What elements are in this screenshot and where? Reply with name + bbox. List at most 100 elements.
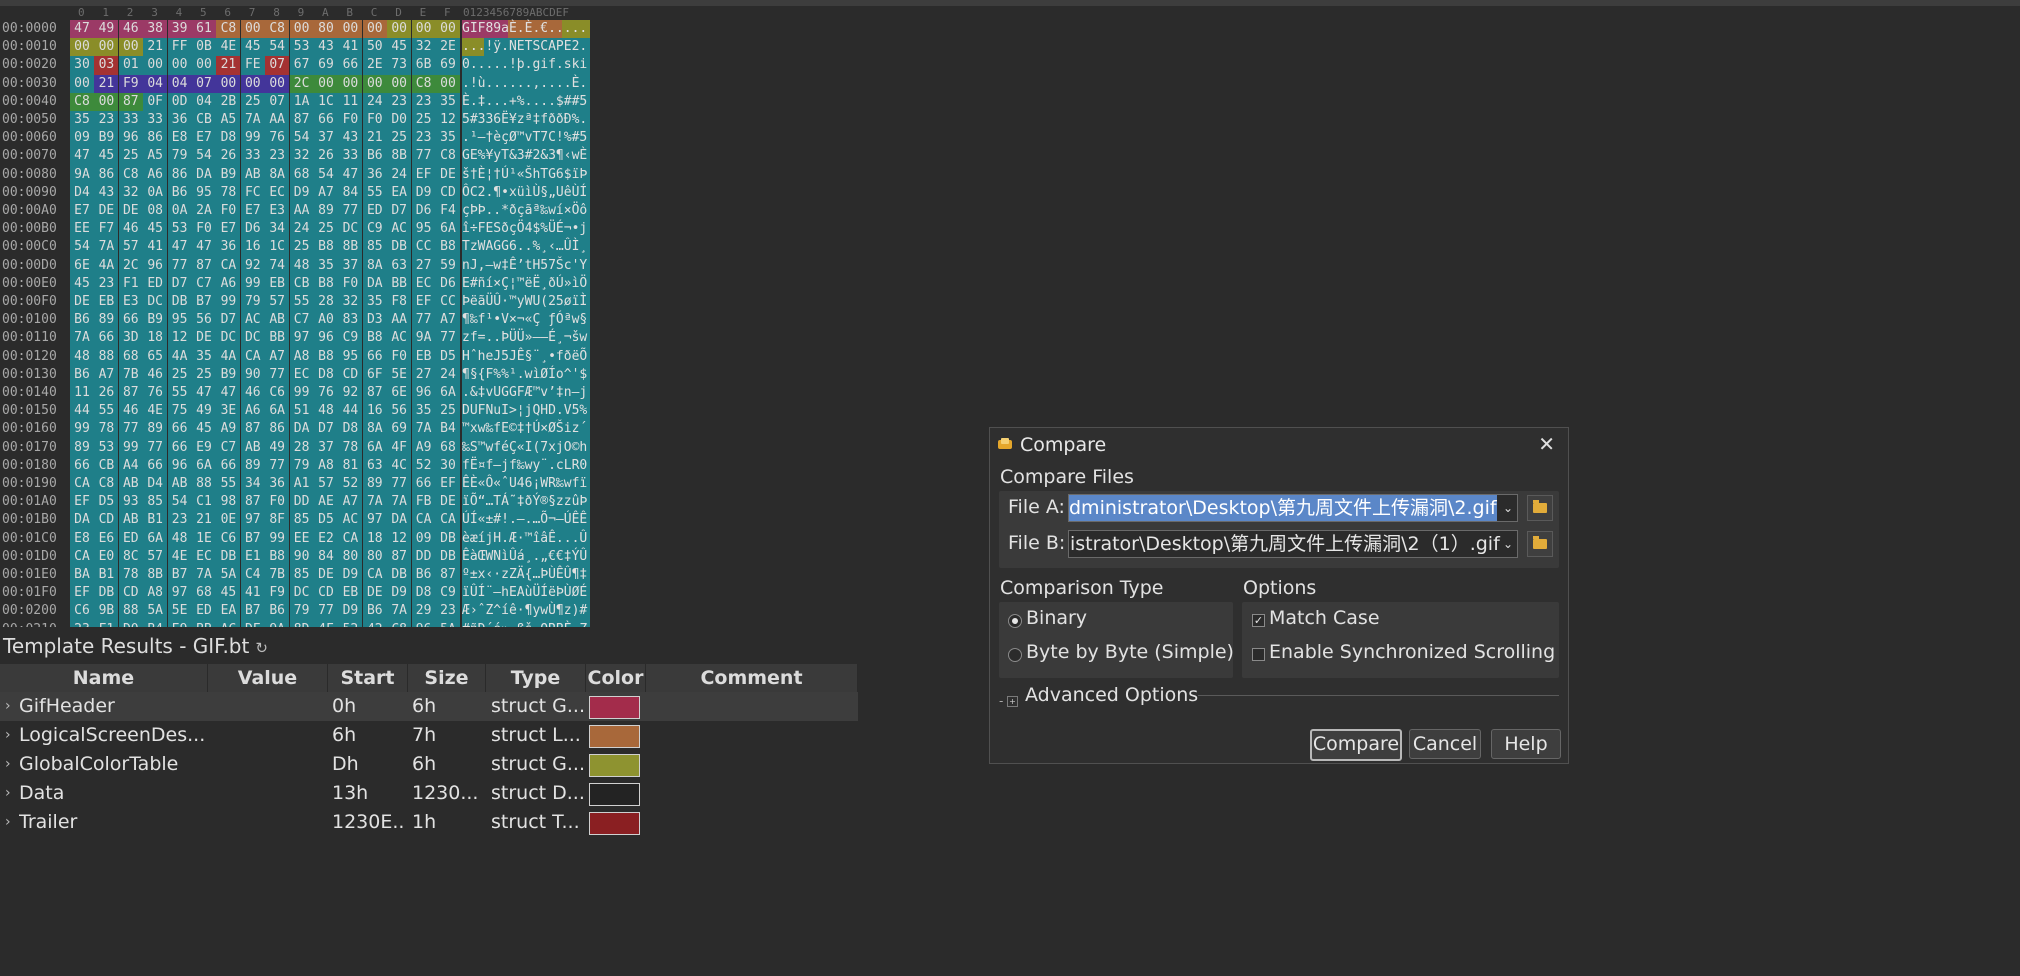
hex-byte[interactable]: 0F — [143, 92, 168, 111]
hex-byte[interactable]: 52 — [338, 475, 363, 494]
hex-byte[interactable]: F9 — [265, 584, 290, 603]
hex-byte[interactable]: 73 — [387, 56, 412, 75]
hex-byte[interactable]: 36 — [216, 238, 241, 257]
hex-byte[interactable]: C8 — [265, 20, 290, 39]
hex-byte[interactable]: D6 — [240, 220, 265, 239]
hex-byte[interactable]: 16 — [362, 402, 387, 421]
hex-byte[interactable]: 48 — [167, 529, 192, 548]
hex-byte[interactable]: B8 — [436, 238, 460, 257]
hex-byte[interactable]: F1 — [94, 620, 119, 627]
hex-byte[interactable]: 8A — [265, 165, 290, 184]
hex-byte[interactable]: 45 — [70, 274, 94, 293]
hex-byte[interactable]: 2B — [216, 92, 241, 111]
hex-byte[interactable]: CC — [411, 238, 436, 257]
hex-byte[interactable]: 39 — [167, 20, 192, 39]
hex-byte[interactable]: 32 — [118, 183, 143, 202]
hex-byte[interactable]: C8 — [94, 475, 119, 494]
hex-byte[interactable]: 8B — [143, 566, 168, 585]
hex-byte[interactable]: 66 — [70, 456, 94, 475]
hex-byte[interactable]: 88 — [118, 602, 143, 621]
hex-byte[interactable]: B6 — [70, 311, 94, 330]
hex-byte[interactable]: 21 — [362, 129, 387, 148]
hex-byte[interactable]: 90 — [240, 365, 265, 384]
browse-file-b-button[interactable] — [1527, 531, 1553, 557]
hex-byte[interactable]: D5 — [436, 347, 460, 366]
hex-byte[interactable]: 79 — [240, 293, 265, 312]
hex-byte[interactable]: 80 — [338, 547, 363, 566]
hex-byte[interactable]: D7 — [387, 202, 412, 221]
hex-byte[interactable]: 00 — [143, 56, 168, 75]
hex-byte[interactable]: A9 — [216, 420, 241, 439]
hex-byte[interactable]: 35 — [314, 256, 338, 275]
hex-byte[interactable]: D5 — [94, 493, 119, 512]
hex-byte[interactable]: 86 — [94, 165, 119, 184]
hex-byte[interactable]: 00 — [411, 20, 436, 39]
hex-byte[interactable]: C7 — [192, 274, 216, 293]
hex-byte[interactable]: 99 — [240, 129, 265, 148]
hex-byte[interactable]: DB — [216, 547, 241, 566]
hex-byte[interactable]: 21 — [94, 74, 119, 93]
hex-byte[interactable]: 37 — [338, 256, 363, 275]
hex-byte[interactable]: 77 — [118, 420, 143, 439]
hex-byte[interactable]: B9 — [143, 311, 168, 330]
ascii-text[interactable]: ™xw‰fE©‡†Ú×ØŠiz´ — [462, 420, 590, 439]
hex-byte[interactable]: DB — [436, 547, 460, 566]
hex-byte[interactable]: 87 — [192, 256, 216, 275]
hex-byte[interactable]: 07 — [192, 74, 216, 93]
hex-byte[interactable]: B7 — [192, 293, 216, 312]
hex-byte[interactable]: 54 — [192, 147, 216, 166]
template-results-table[interactable]: Name Value Start Size Type Color Comment › GifH… — [0, 664, 858, 837]
template-row[interactable]: › Trailer 1230E... 1h struct T... — [0, 808, 858, 837]
hex-byte[interactable]: 74 — [265, 256, 290, 275]
hex-byte[interactable]: 85 — [143, 493, 168, 512]
hex-byte[interactable]: F4 — [436, 202, 460, 221]
hex-byte[interactable]: 7A — [411, 420, 436, 439]
hex-byte[interactable]: C6 — [216, 529, 241, 548]
hex-byte[interactable]: E6 — [94, 529, 119, 548]
hex-byte[interactable]: 5A — [143, 602, 168, 621]
hex-byte[interactable]: 78 — [118, 566, 143, 585]
hex-byte[interactable]: A8 — [289, 347, 314, 366]
hex-byte[interactable]: A7 — [436, 311, 460, 330]
hex-byte[interactable]: 97 — [167, 584, 192, 603]
advanced-options-label[interactable]: Advanced Options — [1025, 683, 1198, 707]
hex-byte[interactable]: 47 — [167, 238, 192, 257]
hex-byte[interactable]: B6 — [362, 147, 387, 166]
hex-byte[interactable]: 46 — [118, 402, 143, 421]
hex-byte[interactable]: 30 — [436, 456, 460, 475]
hex-byte[interactable]: 7A — [70, 329, 94, 348]
hex-byte[interactable]: 46 — [118, 20, 143, 39]
hex-byte[interactable]: 23 — [411, 92, 436, 111]
hex-byte[interactable]: B6 — [70, 365, 94, 384]
hex-byte[interactable]: 30 — [70, 56, 94, 75]
hex-byte[interactable]: EB — [338, 584, 363, 603]
hex-byte[interactable]: 47 — [70, 20, 94, 39]
hex-byte[interactable]: B1 — [94, 566, 119, 585]
hex-byte[interactable]: 67 — [289, 56, 314, 75]
hex-byte[interactable]: 00 — [94, 38, 119, 57]
hex-byte[interactable]: 43 — [338, 129, 363, 148]
hex-byte[interactable]: 45 — [94, 147, 119, 166]
hex-byte[interactable]: C9 — [362, 220, 387, 239]
hex-byte[interactable]: 12 — [387, 529, 412, 548]
hex-byte[interactable]: 57 — [265, 293, 290, 312]
hex-byte[interactable]: 66 — [167, 438, 192, 457]
hex-byte[interactable]: 75 — [167, 402, 192, 421]
chevron-right-icon[interactable]: › — [5, 779, 11, 808]
hex-byte[interactable]: 11 — [338, 92, 363, 111]
hex-byte[interactable]: AC — [216, 620, 241, 627]
hex-byte[interactable]: A7 — [94, 365, 119, 384]
hex-byte[interactable]: 54 — [265, 38, 290, 57]
hex-byte[interactable]: DA — [387, 511, 412, 530]
hex-byte[interactable]: CA — [70, 475, 94, 494]
hex-byte[interactable]: 63 — [387, 256, 412, 275]
hex-byte[interactable]: ED — [362, 202, 387, 221]
hex-byte[interactable]: 66 — [167, 420, 192, 439]
hex-byte[interactable]: 53 — [94, 438, 119, 457]
hex-byte[interactable]: 4E — [143, 402, 168, 421]
chevron-right-icon[interactable]: › — [5, 750, 11, 779]
hex-byte[interactable]: 87 — [289, 111, 314, 130]
hex-byte[interactable]: 68 — [289, 165, 314, 184]
hex-byte[interactable]: E9 — [167, 620, 192, 627]
hex-byte[interactable]: 6A — [265, 402, 290, 421]
